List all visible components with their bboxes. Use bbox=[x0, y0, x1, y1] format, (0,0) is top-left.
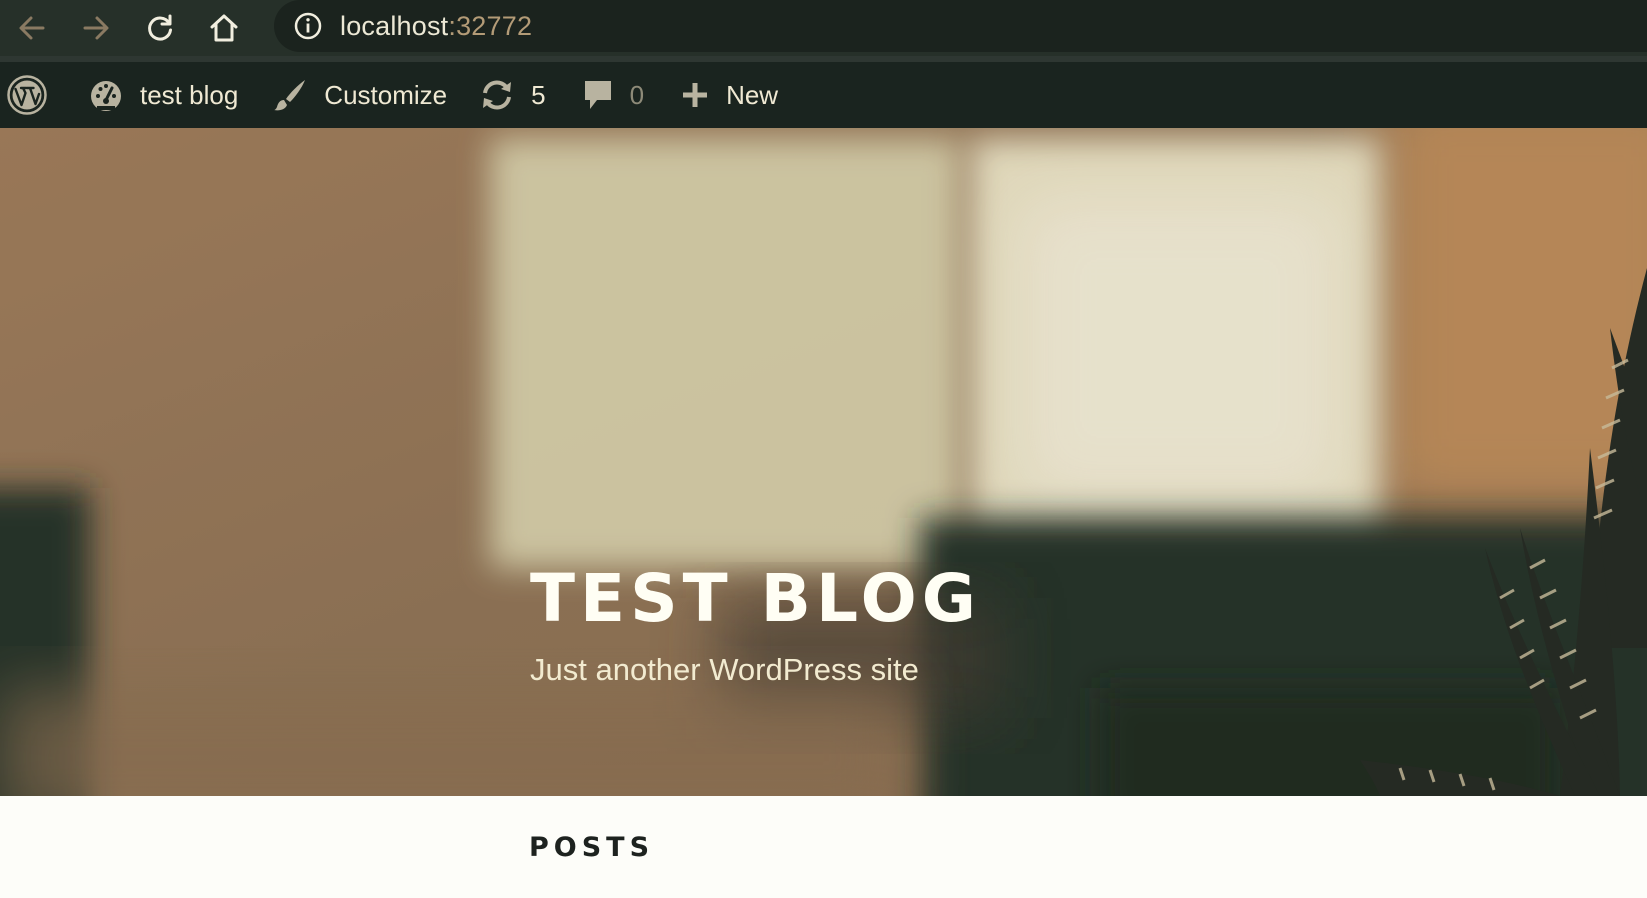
address-bar[interactable]: localhost:32772 bbox=[274, 0, 1647, 52]
main-content: POSTS bbox=[0, 796, 1647, 898]
reload-icon bbox=[148, 14, 172, 41]
wordpress-logo-icon bbox=[7, 75, 47, 115]
url-port: :32772 bbox=[448, 10, 533, 41]
updates-sync-icon bbox=[483, 80, 512, 110]
arrow-right-icon bbox=[83, 16, 109, 40]
site-name-menu[interactable]: test blog bbox=[62, 62, 252, 128]
comment-bubble-icon bbox=[584, 81, 611, 109]
wp-admin-bar: test blog Customize 5 0 New bbox=[0, 62, 1647, 128]
site-title[interactable]: TEST BLOG bbox=[530, 560, 981, 637]
comments-menu[interactable]: 0 bbox=[560, 62, 658, 128]
updates-count: 5 bbox=[531, 79, 546, 110]
url-host: localhost bbox=[340, 10, 449, 41]
updates-menu[interactable]: 5 bbox=[461, 62, 559, 128]
home-button[interactable] bbox=[192, 0, 256, 56]
forward-button[interactable] bbox=[64, 0, 128, 56]
plus-icon bbox=[683, 83, 708, 107]
paintbrush-icon bbox=[274, 80, 306, 111]
custom-header: TEST BLOG Just another WordPress site bbox=[0, 128, 1647, 796]
dashboard-gauge-icon bbox=[91, 81, 121, 111]
site-tagline: Just another WordPress site bbox=[530, 652, 919, 687]
header-background-image bbox=[0, 128, 1647, 796]
back-button[interactable] bbox=[0, 0, 64, 56]
reload-button[interactable] bbox=[128, 0, 192, 56]
wp-logo-menu[interactable] bbox=[0, 62, 62, 128]
arrow-left-icon bbox=[19, 16, 45, 40]
customize-label: Customize bbox=[324, 79, 448, 110]
site-name-label: test blog bbox=[140, 79, 239, 110]
comments-count: 0 bbox=[629, 79, 645, 110]
posts-heading: POSTS bbox=[529, 832, 655, 863]
customize-menu[interactable]: Customize bbox=[252, 62, 461, 128]
browser-toolbar: localhost:32772 bbox=[0, 0, 1647, 56]
home-icon bbox=[210, 14, 238, 42]
new-content-menu[interactable]: New bbox=[658, 62, 792, 128]
info-circle-icon[interactable] bbox=[294, 12, 322, 40]
new-label: New bbox=[726, 79, 779, 110]
